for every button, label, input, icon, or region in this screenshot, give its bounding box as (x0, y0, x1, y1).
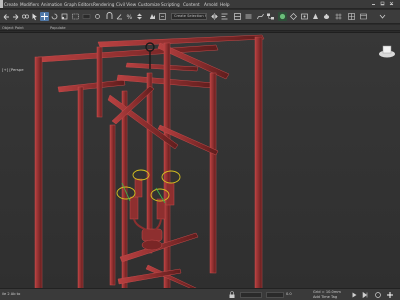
y-coordinate-field[interactable] (266, 292, 284, 298)
x-coordinate-field[interactable] (240, 292, 262, 298)
zoom-extents-all-icon[interactable] (386, 291, 394, 299)
align-icon[interactable] (220, 12, 229, 21)
viewcube-icon[interactable] (378, 43, 396, 59)
menu-item-civil-view[interactable]: Civil View (116, 1, 136, 8)
redo-icon[interactable] (11, 12, 20, 21)
ribbon-strip: Object Paint Populate (0, 25, 400, 31)
post-right-inner[interactable] (209, 72, 217, 274)
top-crossbar-left[interactable] (57, 79, 126, 93)
z-coordinate-value: 0.0 (286, 292, 292, 296)
rotate-icon[interactable] (50, 12, 59, 21)
undo-icon[interactable] (2, 12, 11, 21)
schematic-view-icon[interactable] (266, 12, 275, 21)
post-inner-a[interactable] (146, 72, 153, 254)
ribbon-tab-populate[interactable]: Populate (50, 25, 66, 31)
pivot-center-icon[interactable] (93, 12, 102, 21)
post-front-left[interactable] (34, 56, 43, 288)
menu-item-scripting[interactable]: Scripting (161, 1, 180, 8)
main-toolbar: % Create Selection Se (0, 10, 400, 24)
snaps-toggle-icon[interactable] (105, 12, 114, 21)
layer-explorer-icon[interactable] (233, 12, 242, 21)
menu-item-modifiers[interactable]: Modifiers (20, 1, 39, 8)
percent-snap-icon[interactable]: % (125, 12, 134, 21)
menu-item-animation[interactable]: Animation (41, 1, 62, 8)
selection-set-dropdown[interactable]: Create Selection Se (171, 13, 207, 20)
status-bar: ile 2 Ab to 0.0 Grid = 10.0mm Add Time T… (0, 288, 400, 300)
viewport-label[interactable]: [+] [Perspe (0, 67, 24, 73)
expand-toolbar-icon[interactable] (378, 12, 387, 21)
viewport-layout-icon[interactable] (347, 12, 356, 21)
angle-snap-icon[interactable] (115, 12, 124, 21)
menu-item-arnold[interactable]: Arnold (204, 1, 218, 8)
teapot-render-icon[interactable] (322, 12, 331, 21)
play-animation-icon[interactable] (350, 291, 358, 299)
grid-view-icon[interactable] (334, 12, 343, 21)
ribbon-tab-object-paint[interactable]: Object Paint (2, 25, 24, 31)
reference-coordinate-icon[interactable] (82, 12, 91, 21)
chandelier-scene[interactable] (0, 33, 400, 288)
restore-icon[interactable] (379, 1, 386, 7)
menu-item-create[interactable]: Create (4, 1, 18, 8)
menu-item-rendering[interactable]: Rendering (93, 1, 114, 8)
post-inner-b[interactable] (109, 124, 116, 286)
workspace-icon[interactable] (359, 12, 368, 21)
select-object-icon[interactable] (30, 12, 39, 21)
render-setup-icon[interactable] (289, 12, 298, 21)
minimize-icon[interactable] (370, 1, 377, 7)
window-crossing-icon[interactable] (71, 12, 80, 21)
link-icon[interactable] (21, 12, 30, 21)
svg-text:%: % (127, 14, 133, 21)
spinner-snap-icon[interactable] (135, 12, 144, 21)
top-crossbar-mid[interactable] (125, 62, 199, 72)
menu-bar: Create Modifiers Animation Graph Editors… (0, 0, 400, 9)
app-icon[interactable] (0, 0, 3, 8)
scale-icon[interactable] (60, 12, 69, 21)
lock-selection-icon[interactable] (228, 291, 236, 299)
edit-named-selection-icon[interactable] (158, 12, 167, 21)
post-left-inner[interactable] (77, 86, 84, 288)
top-bar-back[interactable] (97, 34, 265, 48)
rendered-frame-window-icon[interactable] (300, 12, 309, 21)
material-editor-icon[interactable] (278, 12, 287, 21)
status-prompt-text: ile 2 Ab to (2, 292, 21, 296)
menu-item-customize[interactable]: Customize (138, 1, 160, 8)
close-icon[interactable] (388, 1, 395, 7)
add-time-tag-button[interactable]: Add Time Tag (313, 295, 337, 300)
curve-editor-icon[interactable] (256, 12, 265, 21)
post-center[interactable] (163, 42, 171, 288)
go-to-end-icon[interactable] (361, 291, 369, 299)
menu-item-help[interactable]: Help (220, 1, 230, 8)
select-move-icon[interactable] (40, 12, 49, 21)
menu-item-graph-editors[interactable]: Graph Editors (64, 1, 93, 8)
time-config-icon[interactable] (374, 291, 382, 299)
post-back-right[interactable] (254, 36, 263, 288)
named-selection-icon[interactable] (148, 12, 157, 21)
post-back-left[interactable] (96, 46, 103, 118)
mirror-icon[interactable] (210, 12, 219, 21)
menu-item-content[interactable]: Content (183, 1, 200, 8)
toggle-ribbon-icon[interactable] (244, 12, 253, 21)
render-production-icon[interactable] (311, 12, 320, 21)
perspective-viewport[interactable]: [+] [Perspe (0, 32, 400, 288)
